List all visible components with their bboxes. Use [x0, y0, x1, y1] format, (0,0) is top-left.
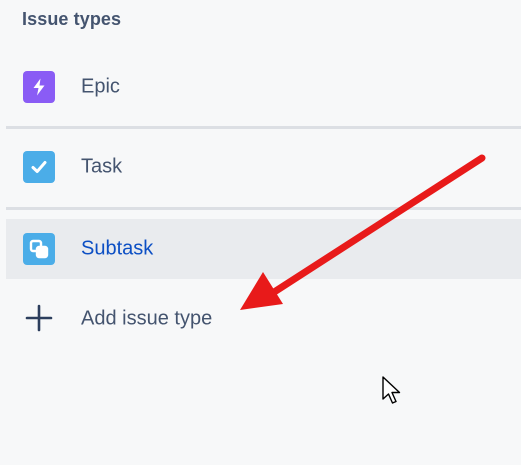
add-issue-type-label: Add issue type — [81, 307, 213, 330]
issue-type-subtask[interactable]: Subtask — [6, 219, 521, 279]
add-issue-type-button[interactable]: Add issue type — [6, 290, 521, 348]
divider — [6, 126, 521, 129]
mouse-cursor-icon — [382, 376, 401, 404]
divider — [6, 207, 521, 210]
plus-icon — [24, 303, 54, 333]
issue-type-label: Epic — [81, 75, 120, 98]
checkbox-icon — [23, 151, 55, 183]
issue-type-label: Task — [81, 155, 123, 178]
issue-type-label: Subtask — [81, 237, 154, 260]
issue-type-epic[interactable]: Epic — [6, 57, 521, 117]
subtask-icon — [23, 233, 55, 265]
issue-types-panel: Issue types Epic Task Subtask Add issue … — [0, 0, 521, 465]
issue-type-task[interactable]: Task — [6, 137, 521, 197]
section-title: Issue types — [22, 9, 122, 29]
lightning-icon — [23, 71, 55, 103]
